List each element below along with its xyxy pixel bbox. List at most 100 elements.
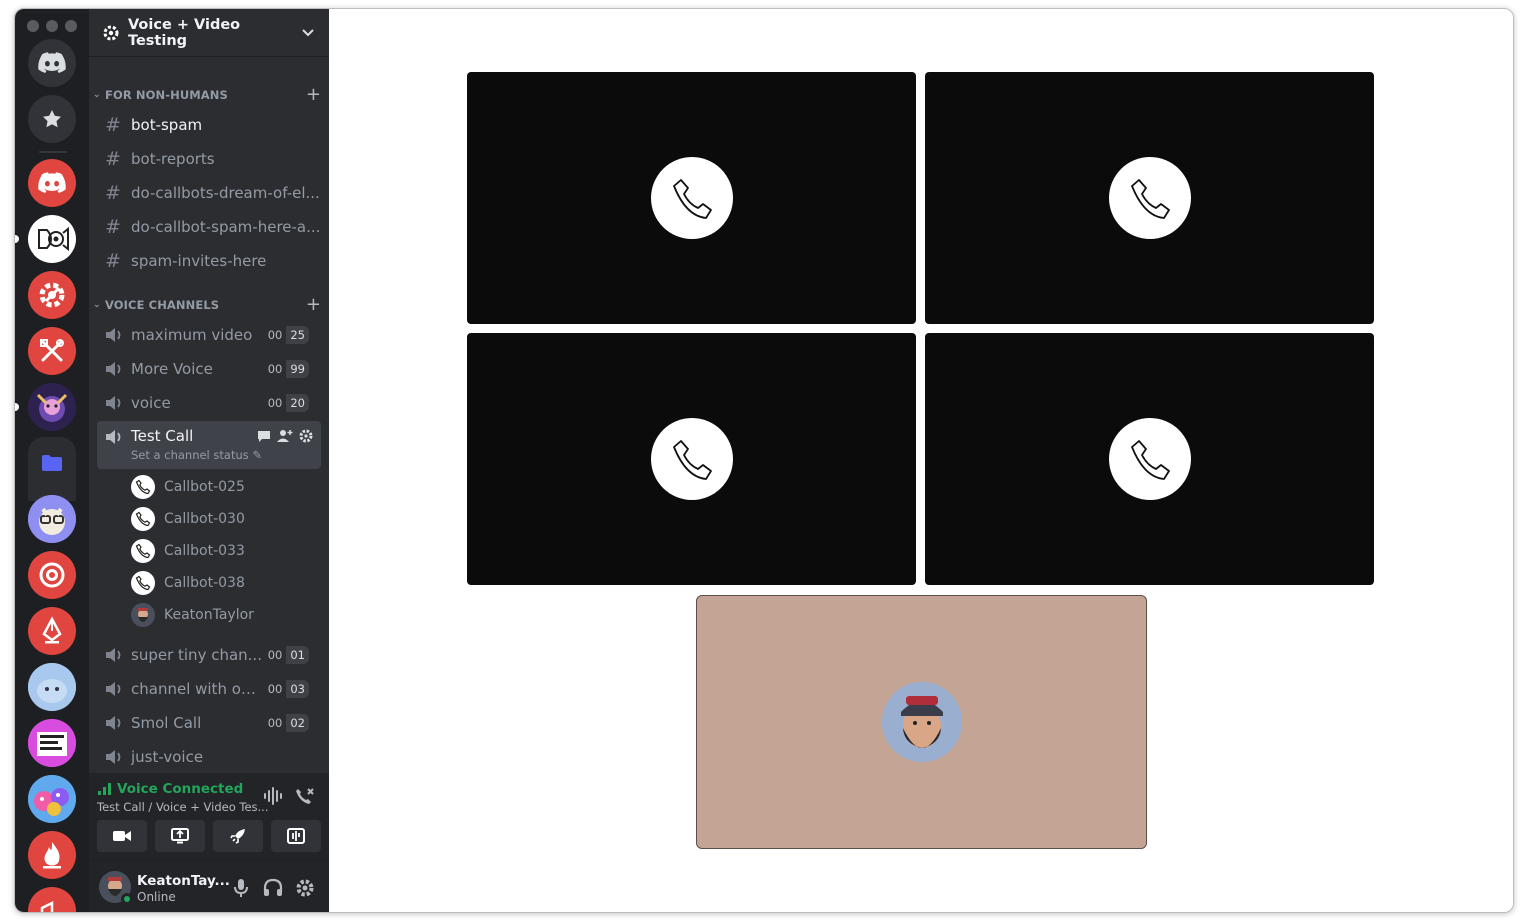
voice-member-callbot-025[interactable]: Callbot-025 <box>131 473 321 501</box>
camera-button[interactable] <box>97 820 147 852</box>
window-close-control[interactable] <box>27 20 39 32</box>
server-pen-icon[interactable] <box>28 607 76 655</box>
voice-member-keatontaylor[interactable]: KeatonTaylor <box>131 601 321 629</box>
member-name: Callbot-033 <box>164 543 245 559</box>
participant-tile-callbot-038[interactable] <box>925 333 1374 585</box>
server-name: Voice + Video Testing <box>128 16 241 49</box>
phone-icon <box>650 157 733 239</box>
participant-tile-callbot-025[interactable] <box>467 72 916 324</box>
server-megaphone-icon[interactable] <box>28 887 76 912</box>
disconnect-icon[interactable] <box>295 787 315 805</box>
user-limit-badge: 00 01 <box>263 646 309 664</box>
speaker-icon <box>105 681 131 697</box>
chevron-down-icon[interactable] <box>301 28 315 38</box>
username[interactable]: KeatonTay... <box>137 873 230 889</box>
channel-bot-reports[interactable]: # bot-reports <box>97 143 321 175</box>
phone-icon <box>131 539 155 563</box>
category-label: VOICE CHANNELS <box>105 298 220 312</box>
voice-channel-voice[interactable]: voice 00 20 <box>97 387 321 419</box>
voice-connected-status[interactable]: Voice Connected <box>97 781 243 797</box>
voice-channel-test-call[interactable]: Test Call Set a channel status ✎ <box>97 421 321 469</box>
server-discord-red-icon[interactable] <box>28 159 76 207</box>
rail-separator <box>39 151 67 153</box>
server-creature-avatar-icon[interactable] <box>28 663 76 711</box>
channel-name: Smol Call <box>131 714 202 732</box>
participant-tile-callbot-033[interactable] <box>467 333 916 585</box>
voice-member-callbot-030[interactable]: Callbot-030 <box>131 505 321 533</box>
voice-status-subtitle[interactable]: Test Call / Voice + Video Tes... <box>97 800 268 814</box>
soundboard-icon <box>287 828 305 844</box>
text-channel-icon: # <box>105 148 121 170</box>
rocket-icon <box>230 829 245 844</box>
app-window: Voice + Video Testing ⌄ FOR NON-HUMANS +… <box>14 8 1514 913</box>
channel-name: voice <box>131 394 171 412</box>
server-at-sign-icon[interactable] <box>28 551 76 599</box>
phone-icon <box>131 507 155 531</box>
voice-channel-just-voice[interactable]: just-voice <box>97 741 321 773</box>
channel-actions <box>257 429 313 443</box>
voice-connected-panel: Voice Connected Test Call / Voice + Vide… <box>89 773 329 861</box>
server-colorful-avatar-icon[interactable] <box>28 775 76 823</box>
invite-user-icon[interactable] <box>277 429 293 443</box>
microphone-icon[interactable] <box>233 878 249 898</box>
member-name: Callbot-025 <box>164 479 245 495</box>
text-channel-icon: # <box>105 182 121 204</box>
star-icon[interactable] <box>28 95 76 143</box>
window-minimize-control[interactable] <box>46 20 58 32</box>
voice-member-callbot-038[interactable]: Callbot-038 <box>131 569 321 597</box>
channel-name: just-voice <box>131 748 204 766</box>
speaker-icon <box>105 715 131 731</box>
category-voice-channels[interactable]: ⌄ VOICE CHANNELS + <box>93 295 321 315</box>
user-limit-badge: 00 99 <box>263 360 309 378</box>
speaker-icon <box>105 647 131 663</box>
direct-messages-home-icon[interactable] <box>28 39 76 87</box>
channel-status-prompt[interactable]: Set a channel status ✎ <box>131 448 262 462</box>
folder-icon[interactable] <box>28 439 76 487</box>
category-for-non-humans[interactable]: ⌄ FOR NON-HUMANS + <box>93 85 321 105</box>
phone-icon <box>1108 418 1191 500</box>
channel-spam-invites-here[interactable]: # spam-invites-here <box>97 245 321 277</box>
screen-share-button[interactable] <box>155 820 205 852</box>
server-art-avatar-icon[interactable] <box>28 383 76 431</box>
window-zoom-control[interactable] <box>65 20 77 32</box>
phone-icon <box>1108 157 1191 239</box>
server-pixel-art-icon[interactable] <box>28 719 76 767</box>
channel-bot-spam[interactable]: # bot-spam <box>97 109 321 141</box>
soundboard-button[interactable] <box>271 820 321 852</box>
channel-name: do-callbots-dream-of-el... <box>131 184 320 202</box>
voice-channel-maximum-video[interactable]: maximum video 00 25 <box>97 319 321 351</box>
text-channel-icon: # <box>105 216 121 238</box>
text-channel-icon: # <box>105 114 121 136</box>
participant-tile-keatontaylor[interactable] <box>696 595 1147 849</box>
gear-icon[interactable] <box>299 429 313 443</box>
channel-do-callbots-dream[interactable]: # do-callbots-dream-of-el... <box>97 177 321 209</box>
server-rail <box>15 9 89 912</box>
channel-do-callbot-spam[interactable]: # do-callbot-spam-here-a... <box>97 211 321 243</box>
server-voice-video-icon[interactable] <box>28 215 76 263</box>
voice-channel-smol-call[interactable]: Smol Call 00 02 <box>97 707 321 739</box>
voice-channel-more-voice[interactable]: More Voice 00 99 <box>97 353 321 385</box>
server-cat-avatar-icon[interactable] <box>28 495 76 543</box>
server-gear-rocket-icon[interactable] <box>28 271 76 319</box>
voice-channel-channel-with-op[interactable]: channel with op... 00 03 <box>97 673 321 705</box>
channel-name: More Voice <box>131 360 213 378</box>
create-channel-icon[interactable]: + <box>306 86 321 104</box>
user-limit-badge: 00 03 <box>263 680 309 698</box>
channel-name: spam-invites-here <box>131 252 267 270</box>
create-channel-icon[interactable]: + <box>306 296 321 314</box>
participant-tile-callbot-030[interactable] <box>925 72 1374 324</box>
server-flame-icon[interactable] <box>28 831 76 879</box>
activities-button[interactable] <box>213 820 263 852</box>
noise-suppression-icon[interactable] <box>263 787 283 805</box>
voice-status-title: Voice Connected <box>117 781 244 797</box>
gear-icon[interactable] <box>295 878 315 898</box>
voice-member-callbot-033[interactable]: Callbot-033 <box>131 537 321 565</box>
text-channel-icon: # <box>105 250 121 272</box>
channel-name: super tiny chan... <box>131 646 262 664</box>
server-tools-icon[interactable] <box>28 327 76 375</box>
headphones-icon[interactable] <box>263 878 283 898</box>
voice-channel-super-tiny[interactable]: super tiny chan... 00 01 <box>97 639 321 671</box>
server-header[interactable]: Voice + Video Testing <box>89 9 329 57</box>
avatar <box>881 682 962 762</box>
chat-icon[interactable] <box>257 429 271 443</box>
